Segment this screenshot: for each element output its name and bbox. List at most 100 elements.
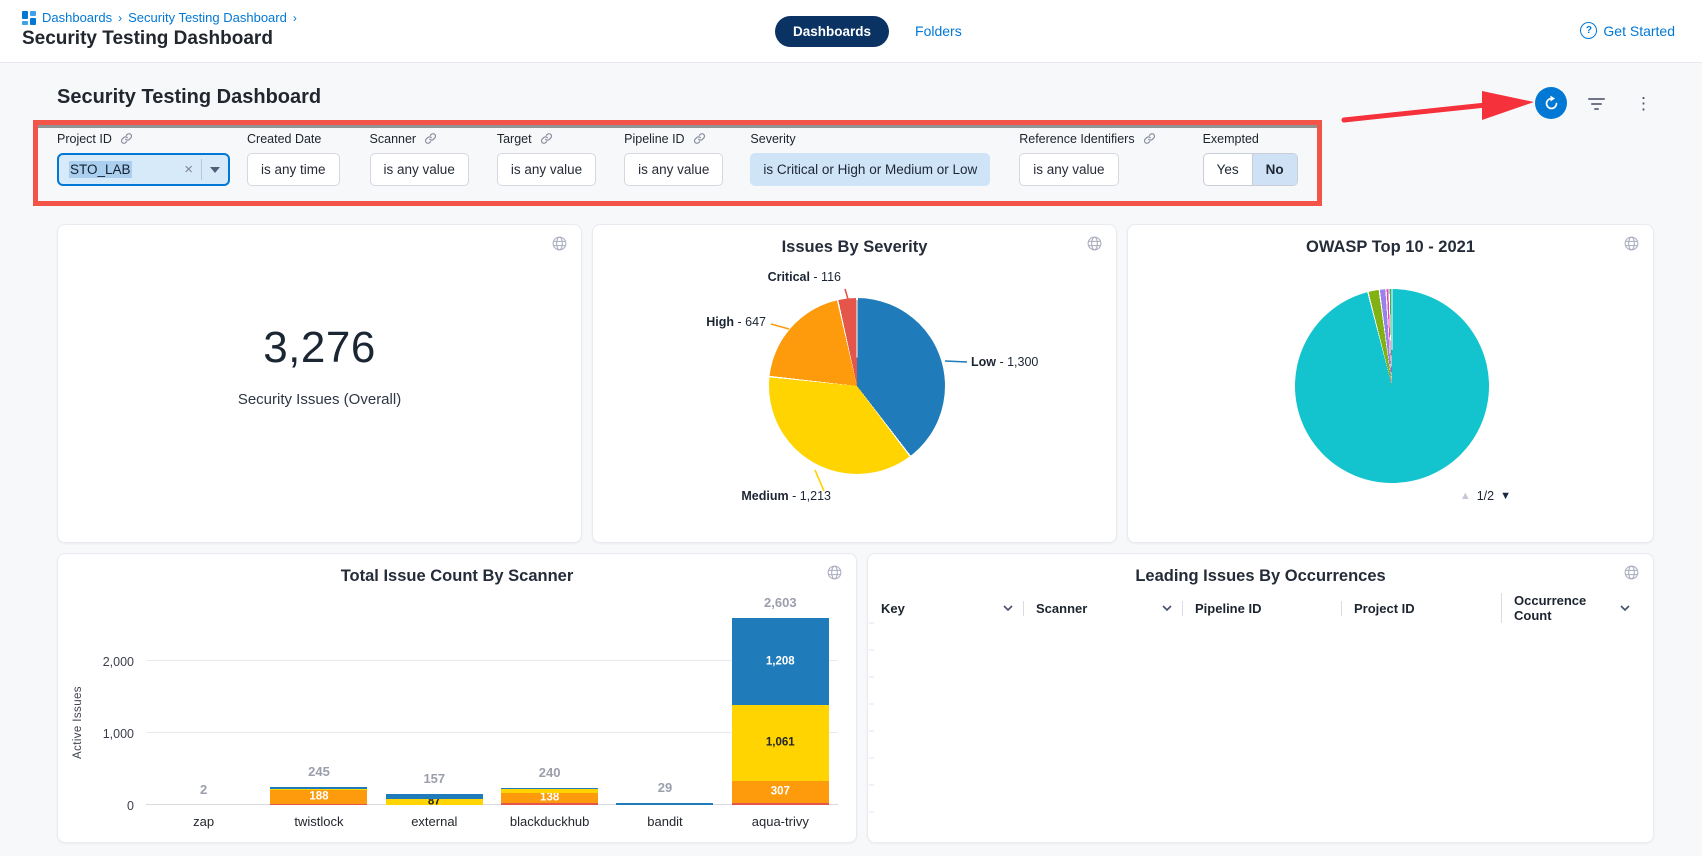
bar-segment-value: 188 — [270, 792, 367, 803]
pipeline-id-filter-value[interactable]: is any value — [624, 153, 723, 186]
bar-segment-medium — [270, 789, 367, 790]
bar-segment-critical — [732, 803, 829, 805]
page-down-icon[interactable]: ▼ — [1500, 490, 1511, 502]
more-menu-button[interactable]: ⋮ — [1629, 90, 1649, 116]
overall-issues-label: Security Issues (Overall) — [58, 391, 581, 408]
tab-dashboards[interactable]: Dashboards — [775, 16, 889, 47]
globe-icon — [551, 235, 568, 257]
tile-total-issue-count-by-scanner: Total Issue Count By Scanner Active Issu… — [57, 553, 857, 843]
breadcrumb-separator: › — [118, 11, 122, 25]
refresh-icon — [1543, 95, 1560, 112]
page-up-icon[interactable]: ▲ — [1460, 490, 1471, 502]
chevron-down-icon[interactable] — [202, 167, 228, 173]
bar-segment-medium: 87 — [386, 799, 483, 805]
chevron-down-icon[interactable] — [1620, 605, 1630, 612]
bar-segment-low — [616, 803, 713, 805]
table-header-row: KeyScannerPipeline IDProject IDOccurrenc… — [881, 597, 1640, 619]
bar-total-label: 157 — [376, 771, 493, 786]
tile-title: Issues By Severity — [593, 238, 1116, 257]
filter-label: Target — [497, 131, 596, 146]
y-tick-label: 0 — [82, 799, 134, 813]
pie-label-critical: Critical - 116 — [768, 270, 841, 284]
column-label: Pipeline ID — [1195, 601, 1261, 616]
severity-pie-chart[interactable] — [769, 298, 945, 474]
filter-bar: Project ID STO_LAB × Created Date is any tim… — [57, 131, 1298, 186]
pie-label-high: High - 647 — [706, 315, 766, 329]
column-header-scanner[interactable]: Scanner — [1023, 601, 1182, 616]
bar-total-label: 29 — [606, 780, 723, 795]
tile-owasp-top-10: OWASP Top 10 - 2021 ▲ 1/2 ▼ — [1127, 224, 1654, 543]
filter-label-text: Project ID — [57, 132, 112, 146]
target-filter-value[interactable]: is any value — [497, 153, 596, 186]
filter-label: Created Date — [247, 131, 340, 146]
bar-segment-value: 307 — [732, 787, 829, 798]
bar-segment-medium: 1,061 — [732, 705, 829, 781]
scanner-filter-value[interactable]: is any value — [370, 153, 469, 186]
get-started-link[interactable]: ? Get Started — [1580, 22, 1675, 39]
screen: Dashboards › Security Testing Dashboard … — [0, 0, 1702, 856]
column-label: Key — [881, 601, 905, 616]
bar-segment-value: 1,061 — [732, 738, 829, 749]
severity-filter-value[interactable]: is Critical or High or Medium or Low — [750, 153, 990, 186]
tile-title: OWASP Top 10 - 2021 — [1128, 238, 1653, 257]
filter-target: Target is any value — [497, 131, 596, 186]
bar-total-label: 240 — [491, 765, 608, 780]
created-date-filter-value[interactable]: is any time — [247, 153, 340, 186]
dashboard-title: Security Testing Dashboard — [57, 86, 321, 109]
bar-group-external: 15787external — [386, 596, 483, 805]
chevron-down-icon[interactable] — [1162, 605, 1172, 612]
breadcrumb-current-link[interactable]: Security Testing Dashboard — [128, 10, 287, 25]
toggle-option-yes[interactable]: Yes — [1204, 154, 1252, 185]
reference-identifiers-filter-value[interactable]: is any value — [1019, 153, 1118, 186]
column-header-pipeline-id[interactable]: Pipeline ID — [1182, 601, 1341, 616]
bar-segment-low: 1,208 — [732, 618, 829, 705]
owasp-pie-chart[interactable] — [1295, 289, 1489, 483]
bar-chart-plot: 2zap245188twistlock15787external240138bl… — [146, 596, 838, 805]
filter-label-text: Created Date — [247, 132, 321, 146]
bar-bandit[interactable] — [616, 803, 713, 805]
overall-issues-value: 3,276 — [58, 323, 581, 373]
page-title: Security Testing Dashboard — [22, 28, 273, 50]
breadcrumb: Dashboards › Security Testing Dashboard … — [22, 10, 297, 25]
toggle-option-no[interactable]: No — [1252, 154, 1297, 185]
y-tick-label: 2,000 — [82, 655, 134, 669]
bar-total-label: 2,603 — [722, 595, 839, 610]
get-started-label: Get Started — [1603, 23, 1675, 39]
column-label: Scanner — [1036, 601, 1087, 616]
filter-label-text: Pipeline ID — [624, 132, 684, 146]
bar-aqua-trivy[interactable]: 307 1,061 1,208 — [732, 618, 829, 805]
clear-icon[interactable]: × — [176, 161, 201, 178]
tile-issues-by-severity: Issues By Severity Low - 1,300Medium - 1… — [592, 224, 1117, 543]
column-label: Project ID — [1354, 601, 1415, 616]
bar-external[interactable]: 87 — [386, 794, 483, 805]
help-icon: ? — [1580, 22, 1597, 39]
filter-label: Exempted — [1203, 131, 1298, 146]
bar-segment-high: 188 — [270, 790, 367, 804]
pie-label-medium: Medium - 1,213 — [741, 489, 831, 503]
top-header: Dashboards › Security Testing Dashboard … — [0, 0, 1702, 63]
bar-segment-low — [501, 788, 598, 789]
bar-twistlock[interactable]: 188 — [270, 787, 367, 805]
dashboard-filters-button[interactable] — [1584, 95, 1608, 113]
link-icon — [120, 132, 133, 145]
bar-blackduckhub[interactable]: 138 — [501, 788, 598, 805]
refresh-button[interactable] — [1535, 87, 1567, 119]
filter-label-text: Reference Identifiers — [1019, 132, 1134, 146]
tile-title: Leading Issues By Occurrences — [868, 567, 1653, 586]
combobox-value: STO_LAB — [69, 161, 132, 178]
filter-project-id: Project ID STO_LAB × — [57, 131, 230, 186]
project-id-combobox[interactable]: STO_LAB × — [57, 153, 230, 186]
chevron-down-icon[interactable] — [1003, 605, 1013, 612]
column-header-project-id[interactable]: Project ID — [1341, 601, 1501, 616]
bar-segment-low — [386, 794, 483, 799]
header-tabs: Dashboards Folders — [775, 15, 962, 47]
filter-label: Reference Identifiers — [1019, 131, 1155, 146]
filter-label-text: Scanner — [370, 132, 417, 146]
column-header-occurrence-count[interactable]: Occurrence Count — [1501, 593, 1640, 623]
breadcrumb-dashboards-link[interactable]: Dashboards — [42, 10, 112, 25]
tile-security-issues-overall: 3,276 Security Issues (Overall) — [57, 224, 582, 543]
filter-scanner: Scanner is any value — [370, 131, 469, 186]
filter-label: Severity — [750, 131, 990, 146]
column-header-key[interactable]: Key — [881, 601, 1023, 616]
tab-folders[interactable]: Folders — [915, 23, 962, 39]
